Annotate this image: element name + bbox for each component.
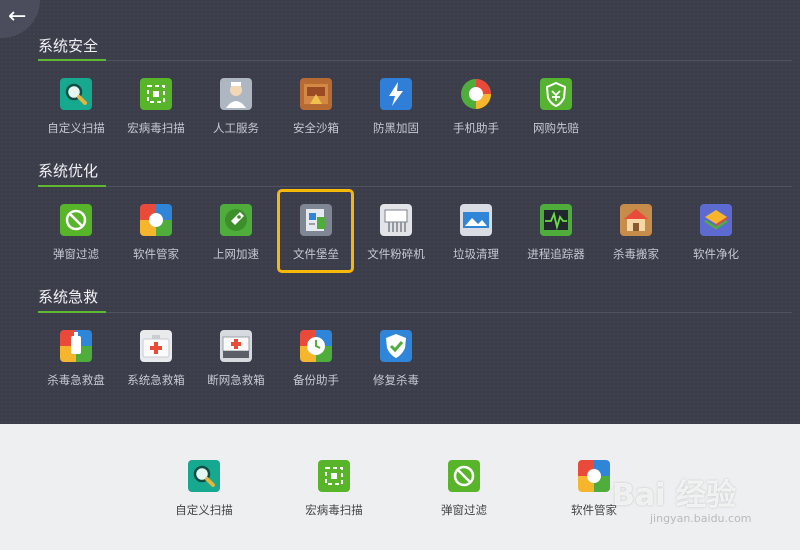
sandbox-icon (300, 78, 332, 110)
quick-tool-macro-virus-scan[interactable]: 宏病毒扫描 (284, 460, 384, 518)
cleanup-icon (460, 204, 492, 236)
tool-shopping-compensation[interactable]: 网购先赔 (516, 78, 596, 136)
tool-phone-assistant[interactable]: 手机助手 (436, 78, 516, 136)
tool-label: 宏病毒扫描 (127, 121, 185, 135)
section-accent-line (38, 185, 106, 187)
tool-label: 自定义扫描 (175, 503, 233, 517)
back-button[interactable]: ← (0, 0, 40, 38)
section-title-optimization: 系统优化 (38, 162, 99, 180)
quick-tool-custom-scan[interactable]: 自定义扫描 (154, 460, 254, 518)
section-accent-line (38, 59, 106, 61)
tool-repair-antivirus[interactable]: 修复杀毒 (356, 330, 436, 388)
quick-tool-popup-filter[interactable]: 弹窗过滤 (414, 460, 514, 518)
tool-label: 防黑加固 (373, 121, 419, 135)
offline-aid-kit-icon (220, 330, 252, 362)
tool-internet-accelerate[interactable]: 上网加速 (196, 204, 276, 262)
lightning-shield-icon (380, 78, 412, 110)
tool-junk-cleanup[interactable]: 垃圾清理 (436, 204, 516, 262)
section-title-rescue: 系统急救 (38, 288, 99, 306)
tool-label: 宏病毒扫描 (305, 503, 363, 517)
first-aid-kit-icon (140, 330, 172, 362)
tool-antivirus-move[interactable]: 杀毒搬家 (596, 204, 676, 262)
popup-block-icon (60, 204, 92, 236)
tool-label: 人工服务 (213, 121, 259, 135)
tool-label: 备份助手 (293, 373, 339, 387)
watermark-logo: Bai 经验 (612, 478, 736, 513)
tool-label: 自定义扫描 (47, 121, 105, 135)
tool-rescue-disk[interactable]: 杀毒急救盘 (36, 330, 116, 388)
tool-label: 垃圾清理 (453, 247, 499, 261)
magnifier-icon (188, 460, 220, 492)
tool-label: 网购先赔 (533, 121, 579, 135)
tool-label: 软件管家 (133, 247, 179, 261)
rocket-icon (220, 204, 252, 236)
highlight-box (277, 189, 354, 273)
tool-label: 上网加速 (213, 247, 259, 261)
tool-macro-virus-scan[interactable]: 宏病毒扫描 (116, 78, 196, 136)
tool-label: 手机助手 (453, 121, 499, 135)
section-divider (38, 186, 792, 187)
section-title-security: 系统安全 (38, 37, 99, 55)
layers-icon (700, 204, 732, 236)
tool-software-purify[interactable]: 软件净化 (676, 204, 756, 262)
tool-label: 修复杀毒 (373, 373, 419, 387)
support-person-icon (220, 78, 252, 110)
tool-label: 文件粉碎机 (367, 247, 425, 261)
section-accent-line (38, 311, 106, 313)
tool-label: 软件净化 (693, 247, 739, 261)
tool-label: 弹窗过滤 (441, 503, 487, 517)
shredder-icon (380, 204, 412, 236)
tool-human-service[interactable]: 人工服务 (196, 78, 276, 136)
tool-file-shredder[interactable]: 文件粉碎机 (356, 204, 436, 262)
tool-label: 杀毒搬家 (613, 247, 659, 261)
phone-assistant-icon (460, 78, 492, 110)
tool-software-manager[interactable]: 软件管家 (116, 204, 196, 262)
tool-backup-assistant[interactable]: 备份助手 (276, 330, 356, 388)
tool-hack-protection[interactable]: 防黑加固 (356, 78, 436, 136)
house-move-icon (620, 204, 652, 236)
tool-custom-scan[interactable]: 自定义扫描 (36, 78, 116, 136)
macro-virus-scan-icon (140, 78, 172, 110)
software-manager-icon (140, 204, 172, 236)
section-divider (38, 60, 792, 61)
tool-label: 进程追踪器 (527, 247, 585, 261)
tool-process-tracker[interactable]: 进程追踪器 (516, 204, 596, 262)
tool-popup-filter[interactable]: 弹窗过滤 (36, 204, 116, 262)
popup-block-icon (448, 460, 480, 492)
software-manager-icon (578, 460, 610, 492)
tool-label: 弹窗过滤 (53, 247, 99, 261)
magnifier-icon (60, 78, 92, 110)
tool-label: 安全沙箱 (293, 121, 339, 135)
tool-label: 系统急救箱 (127, 373, 185, 387)
macro-virus-scan-icon (318, 460, 350, 492)
back-arrow-icon: ← (8, 4, 27, 29)
process-tracker-icon (540, 204, 572, 236)
tool-offline-rescue-kit[interactable]: 断网急救箱 (196, 330, 276, 388)
tool-label: 断网急救箱 (207, 373, 265, 387)
tool-sandbox[interactable]: 安全沙箱 (276, 78, 356, 136)
repair-shield-icon (380, 330, 412, 362)
watermark-url: jingyan.baidu.com (650, 512, 752, 525)
shopping-shield-icon (540, 78, 572, 110)
rescue-disk-icon (60, 330, 92, 362)
tool-label: 杀毒急救盘 (47, 373, 105, 387)
tool-system-rescue-kit[interactable]: 系统急救箱 (116, 330, 196, 388)
section-divider (38, 312, 792, 313)
backup-clock-icon (300, 330, 332, 362)
tools-panel: ← 系统安全 系统优化 系统急救 自定义扫描 宏病毒扫描 人工服务 安全沙箱 防… (0, 0, 800, 424)
